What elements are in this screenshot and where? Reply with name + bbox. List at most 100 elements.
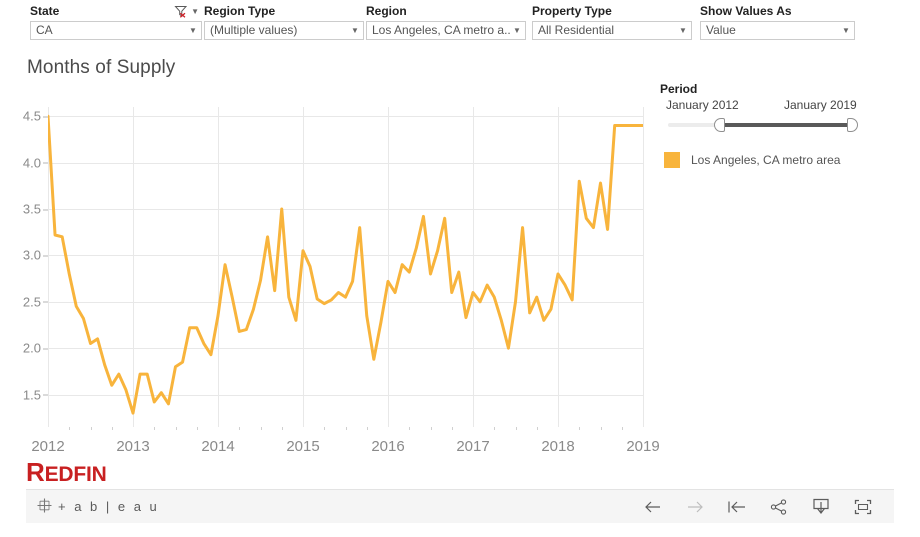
redfin-logo-initial: R bbox=[26, 457, 45, 487]
x-axis-minor-tick bbox=[494, 427, 496, 430]
tableau-logo[interactable]: + a b | e a u bbox=[36, 497, 159, 517]
back-button[interactable] bbox=[642, 496, 664, 518]
chart-line-series[interactable] bbox=[48, 114, 643, 415]
filter-region-label: Region bbox=[366, 4, 407, 18]
filter-property-type: Property Type All Residential ▼ bbox=[532, 4, 692, 40]
x-axis-minor-tick bbox=[239, 427, 241, 430]
period-filter: Period January 2012 January 2019 bbox=[660, 82, 910, 132]
chevron-down-icon: ▼ bbox=[513, 26, 521, 35]
chart-plot-area[interactable]: 4.5 4.0 3.5 3.0 2.5 2.0 1.5 2012 2013 2014 2015 201… bbox=[23, 107, 660, 455]
filter-region-dropdown[interactable]: Los Angeles, CA metro a... ▼ bbox=[366, 21, 526, 40]
filter-bar: State ▼ CA ▼ Region Type (Multiple value… bbox=[0, 0, 920, 45]
x-axis-minor-tick bbox=[260, 427, 262, 430]
slider-handle-start[interactable] bbox=[714, 118, 726, 132]
chart-container: 4.5 4.0 3.5 3.0 2.5 2.0 1.5 2012 2013 2014 2015 201… bbox=[0, 90, 660, 455]
x-axis-minor-tick bbox=[579, 427, 581, 430]
filter-show-values-as-value: Value bbox=[706, 23, 736, 37]
filter-state-header-caret-icon[interactable]: ▼ bbox=[191, 7, 199, 16]
chevron-down-icon: ▼ bbox=[351, 26, 359, 35]
x-axis-tick-label: 2017 bbox=[456, 438, 490, 455]
share-button[interactable] bbox=[768, 496, 790, 518]
x-axis-minor-tick bbox=[366, 427, 368, 430]
x-axis-tick-label: 2016 bbox=[371, 438, 405, 455]
y-axis-tick-label: 2.5 bbox=[22, 294, 49, 310]
tableau-toolbar: + a b | e a u bbox=[26, 489, 894, 523]
toolbar-button-group bbox=[642, 496, 874, 518]
tableau-mark-icon bbox=[36, 497, 53, 517]
x-axis-minor-tick bbox=[621, 427, 623, 430]
filter-show-values-as-dropdown[interactable]: Value ▼ bbox=[700, 21, 855, 40]
x-axis-minor-tick bbox=[345, 427, 347, 430]
filter-region: Region Los Angeles, CA metro a... ▼ bbox=[366, 4, 526, 40]
x-axis-minor-tick bbox=[175, 427, 177, 430]
filter-state: State ▼ CA ▼ bbox=[30, 4, 202, 40]
filter-show-values-as: Show Values As Value ▼ bbox=[700, 4, 855, 40]
slider-handle-end[interactable] bbox=[847, 118, 858, 132]
filter-region-type-value: (Multiple values) bbox=[210, 23, 298, 37]
x-axis-minor-tick bbox=[196, 427, 198, 430]
filter-property-type-value: All Residential bbox=[538, 23, 615, 37]
forward-button[interactable] bbox=[684, 496, 706, 518]
filter-state-dropdown[interactable]: CA ▼ bbox=[30, 21, 202, 40]
filter-region-label-row: Region bbox=[366, 4, 526, 18]
filter-region-type-label-row: Region Type bbox=[204, 4, 364, 18]
filter-region-value: Los Angeles, CA metro a... bbox=[372, 23, 511, 37]
clear-filter-icon[interactable] bbox=[174, 5, 189, 18]
period-range-labels: January 2012 January 2019 bbox=[660, 98, 910, 115]
chart-series-layer bbox=[48, 114, 643, 415]
chevron-down-icon: ▼ bbox=[679, 26, 687, 35]
x-axis-minor-tick bbox=[69, 427, 71, 430]
period-start-label: January 2012 bbox=[666, 98, 739, 112]
filter-show-values-as-label: Show Values As bbox=[700, 4, 792, 18]
filter-show-values-as-label-row: Show Values As bbox=[700, 4, 855, 18]
x-axis-minor-tick bbox=[409, 427, 411, 430]
x-axis-minor-tick bbox=[536, 427, 538, 430]
y-axis-tick-label: 3.5 bbox=[22, 201, 49, 217]
x-axis-tick-label: 2014 bbox=[201, 438, 235, 455]
page-title: Months of Supply bbox=[27, 57, 176, 78]
fullscreen-button[interactable] bbox=[852, 496, 874, 518]
x-axis-minor-tick bbox=[111, 427, 113, 430]
period-filter-title: Period bbox=[660, 82, 698, 96]
period-slider[interactable] bbox=[668, 118, 858, 132]
y-axis-tick-label: 4.5 bbox=[22, 108, 49, 124]
y-axis-tick-label: 2.0 bbox=[22, 340, 49, 356]
y-axis-tick-label: 1.5 bbox=[22, 387, 49, 403]
revert-button[interactable] bbox=[726, 496, 748, 518]
download-button[interactable] bbox=[810, 496, 832, 518]
tableau-wordmark: + a b | e a u bbox=[58, 499, 160, 514]
filter-property-type-dropdown[interactable]: All Residential ▼ bbox=[532, 21, 692, 40]
filter-region-type-dropdown[interactable]: (Multiple values) ▼ bbox=[204, 21, 364, 40]
x-axis-minor-tick bbox=[281, 427, 283, 430]
x-axis-minor-tick bbox=[154, 427, 156, 430]
filter-region-type-label: Region Type bbox=[204, 4, 276, 18]
filter-state-label: State bbox=[30, 4, 60, 18]
legend-item-label: Los Angeles, CA metro area bbox=[691, 153, 841, 167]
x-axis-minor-tick bbox=[430, 427, 432, 430]
filter-property-type-label-row: Property Type bbox=[532, 4, 692, 18]
x-axis-tick-label: 2018 bbox=[541, 438, 575, 455]
period-end-label: January 2019 bbox=[784, 98, 857, 112]
x-axis-minor-tick bbox=[600, 427, 602, 430]
slider-track-fill bbox=[720, 123, 854, 127]
filter-property-type-label: Property Type bbox=[532, 4, 612, 18]
x-axis-tick-label: 2015 bbox=[286, 438, 320, 455]
x-axis-tick-label: 2013 bbox=[116, 438, 150, 455]
redfin-logo: REDFIN bbox=[26, 457, 107, 487]
y-axis-tick-label: 3.0 bbox=[22, 247, 49, 263]
x-axis-tick-label: 2019 bbox=[626, 438, 660, 455]
x-axis-minor-tick bbox=[324, 427, 326, 430]
filter-region-type: Region Type (Multiple values) ▼ bbox=[204, 4, 364, 40]
redfin-logo-text: EDFIN bbox=[44, 463, 107, 486]
x-gridline bbox=[643, 107, 644, 427]
chart-legend: Los Angeles, CA metro area bbox=[664, 152, 840, 168]
x-axis-tick-label: 2012 bbox=[31, 438, 65, 455]
filter-state-value: CA bbox=[36, 23, 53, 37]
filter-state-label-row: State ▼ bbox=[30, 4, 202, 18]
chevron-down-icon: ▼ bbox=[189, 26, 197, 35]
chevron-down-icon: ▼ bbox=[842, 26, 850, 35]
x-axis-minor-tick bbox=[451, 427, 453, 430]
y-axis-tick-label: 4.0 bbox=[22, 155, 49, 171]
legend-color-swatch[interactable] bbox=[664, 152, 680, 168]
x-axis-minor-tick bbox=[90, 427, 92, 430]
